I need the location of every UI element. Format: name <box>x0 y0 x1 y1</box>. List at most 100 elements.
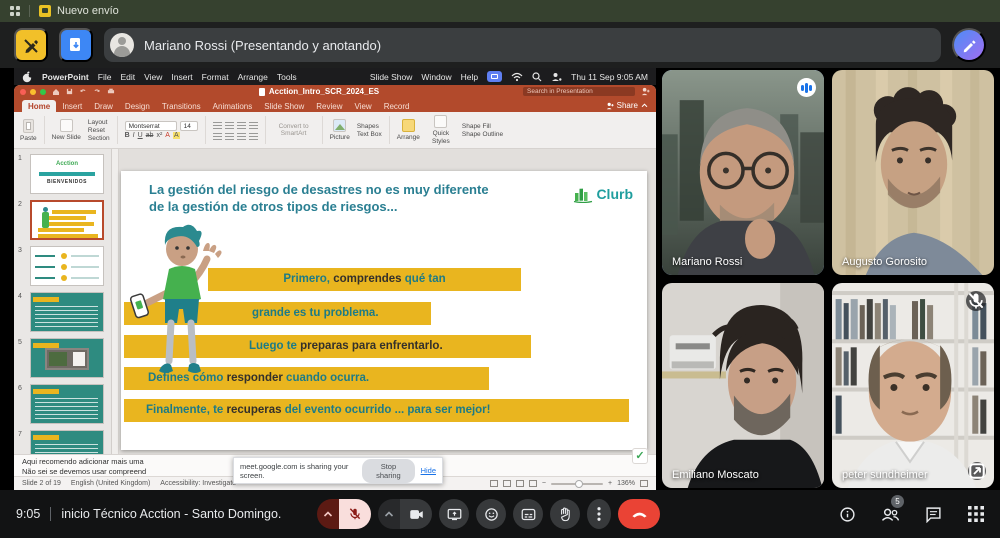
zoom-out-button[interactable]: − <box>542 480 546 487</box>
video-tile-mariano[interactable]: Mariano Rossi <box>662 70 824 275</box>
mac-menu-arrange[interactable]: Arrange <box>238 72 268 82</box>
shapes-button[interactable]: Shapes <box>357 123 379 130</box>
zoom-slider[interactable] <box>551 483 603 485</box>
new-slide-button[interactable]: New Slide <box>52 119 81 141</box>
ribbon-tab-review[interactable]: Review <box>310 100 348 112</box>
more-options-button[interactable] <box>587 499 611 529</box>
thumbnail-title-stripe <box>33 435 59 440</box>
camera-toggle-button[interactable] <box>400 499 432 529</box>
mac-menu-slide-show[interactable]: Slide Show <box>370 72 413 82</box>
slide-thumbnail-2[interactable]: 2 <box>18 200 108 240</box>
screen-share-indicator-icon[interactable] <box>487 71 502 82</box>
slideshow-view-icon[interactable] <box>529 480 537 487</box>
reactions-button[interactable] <box>476 499 506 529</box>
shape-fill-button[interactable]: Shape Fill <box>462 123 491 130</box>
mic-options-button[interactable] <box>317 499 339 529</box>
font-size-select[interactable]: 14 <box>180 121 198 131</box>
thumbnail-number: 3 <box>18 246 27 286</box>
undo-icon <box>79 88 87 95</box>
mac-menu-help[interactable]: Help <box>461 72 478 82</box>
section-button[interactable]: Section <box>88 135 110 142</box>
slide-thumbnail-6[interactable]: 6 <box>18 384 108 424</box>
camera-options-button[interactable] <box>378 499 400 529</box>
slide-thumbnail-3[interactable]: 3 <box>18 246 108 286</box>
textbox-button[interactable]: Text Box <box>357 131 382 138</box>
mac-menu-window[interactable]: Window <box>421 72 451 82</box>
accessibility-label[interactable]: Accessibility: Investigate <box>160 480 236 487</box>
ribbon-tab-slide-show[interactable]: Slide Show <box>258 100 310 112</box>
wifi-icon[interactable] <box>511 72 523 82</box>
slide-thumbnail-1[interactable]: 1AcctionBIENVENIDOS <box>18 154 108 194</box>
presenter-pill[interactable]: Mariano Rossi (Presentando y anotando) <box>104 28 941 62</box>
present-screen-button[interactable] <box>439 499 469 529</box>
ribbon-tab-design[interactable]: Design <box>119 100 156 112</box>
slide-canvas[interactable]: La gestión del riesgo de desastres no es… <box>121 171 647 450</box>
slide-thumbnail-5[interactable]: 5 <box>18 338 108 378</box>
end-call-button[interactable] <box>618 499 660 529</box>
video-tile-augusto[interactable]: Augusto Gorosito <box>832 70 994 275</box>
presentation-search-input[interactable] <box>523 87 635 96</box>
font-format-buttons[interactable]: BIUabx²AA <box>125 132 180 139</box>
video-tile-peter[interactable]: peter sundheimer <box>832 283 994 488</box>
toast-message: meet.google.com is sharing your screen. <box>240 462 356 480</box>
zoom-in-button[interactable]: + <box>608 480 612 487</box>
mac-menu-powerpoint[interactable]: PowerPoint <box>42 72 89 82</box>
font-name-select[interactable]: Montserrat <box>125 121 177 131</box>
activities-button[interactable] <box>966 504 986 524</box>
captions-button[interactable] <box>513 499 543 529</box>
paragraph-group[interactable] <box>213 120 258 141</box>
hide-toast-link[interactable]: Hide <box>421 466 436 475</box>
chat-button[interactable] <box>923 504 943 524</box>
participants-button[interactable]: 5 <box>880 504 900 524</box>
banner-text-segment: Primero, <box>283 273 333 285</box>
language-label[interactable]: English (United Kingdom) <box>71 480 150 487</box>
ribbon-tab-home[interactable]: Home <box>22 100 56 112</box>
meeting-details-button[interactable] <box>837 504 857 524</box>
window-traffic-lights[interactable] <box>20 89 46 95</box>
thumbnail-preview <box>30 292 104 332</box>
layout-button[interactable]: Layout <box>88 119 108 126</box>
shape-outline-button[interactable]: Shape Outline <box>462 131 503 138</box>
apps-grid-icon[interactable] <box>10 6 20 16</box>
raise-hand-button[interactable] <box>550 499 580 529</box>
picture-button[interactable]: Picture <box>330 119 350 141</box>
ribbon-tab-insert[interactable]: Insert <box>56 100 88 112</box>
slide-thumbnail-7[interactable]: 7 <box>18 430 108 454</box>
normal-view-icon[interactable] <box>490 480 498 487</box>
stop-sharing-button[interactable]: Stop sharing <box>362 459 414 483</box>
ribbon-tab-transitions[interactable]: Transitions <box>156 100 207 112</box>
thumbnail-preview <box>30 246 104 286</box>
ribbon-tab-animations[interactable]: Animations <box>207 100 259 112</box>
ribbon-tab-draw[interactable]: Draw <box>88 100 119 112</box>
browser-tab[interactable]: Nuevo envío <box>39 5 119 17</box>
mac-menu-edit[interactable]: Edit <box>120 72 135 82</box>
mic-mute-button[interactable] <box>339 499 371 529</box>
user-menu-icon[interactable] <box>551 72 562 82</box>
thumbnail-step-dot <box>61 253 67 259</box>
mac-menu-insert[interactable]: Insert <box>171 72 192 82</box>
picture-in-picture-icon[interactable] <box>968 462 986 480</box>
sorter-view-icon[interactable] <box>503 480 511 487</box>
video-tile-emiliano[interactable]: Emiliano Moscato <box>662 283 824 488</box>
annotation-off-button[interactable] <box>14 28 48 62</box>
arrange-button[interactable]: Arrange <box>397 119 420 141</box>
mac-menu-file[interactable]: File <box>98 72 112 82</box>
mac-menu-tools[interactable]: Tools <box>277 72 297 82</box>
annotation-tools-button[interactable] <box>952 28 986 62</box>
mac-menu-view[interactable]: View <box>144 72 162 82</box>
convert-smartart-button[interactable]: Convert to SmartArt <box>273 123 315 137</box>
fit-window-icon[interactable] <box>640 480 648 487</box>
share-button[interactable]: Share <box>606 101 648 112</box>
slide-thumbnail-4[interactable]: 4 <box>18 292 108 332</box>
present-doc-button[interactable] <box>59 28 93 62</box>
ribbon-tab-record[interactable]: Record <box>378 100 416 112</box>
mac-menu-format[interactable]: Format <box>202 72 229 82</box>
paste-button[interactable]: Paste <box>20 119 37 142</box>
ribbon-tab-view[interactable]: View <box>349 100 378 112</box>
share-user-icon[interactable] <box>641 87 650 96</box>
spotlight-search-icon[interactable] <box>532 72 542 82</box>
quick-styles-button[interactable]: Quick Styles <box>427 115 455 144</box>
reading-view-icon[interactable] <box>516 480 524 487</box>
quick-access-toolbar[interactable] <box>52 88 115 96</box>
reset-button[interactable]: Reset <box>88 127 105 134</box>
